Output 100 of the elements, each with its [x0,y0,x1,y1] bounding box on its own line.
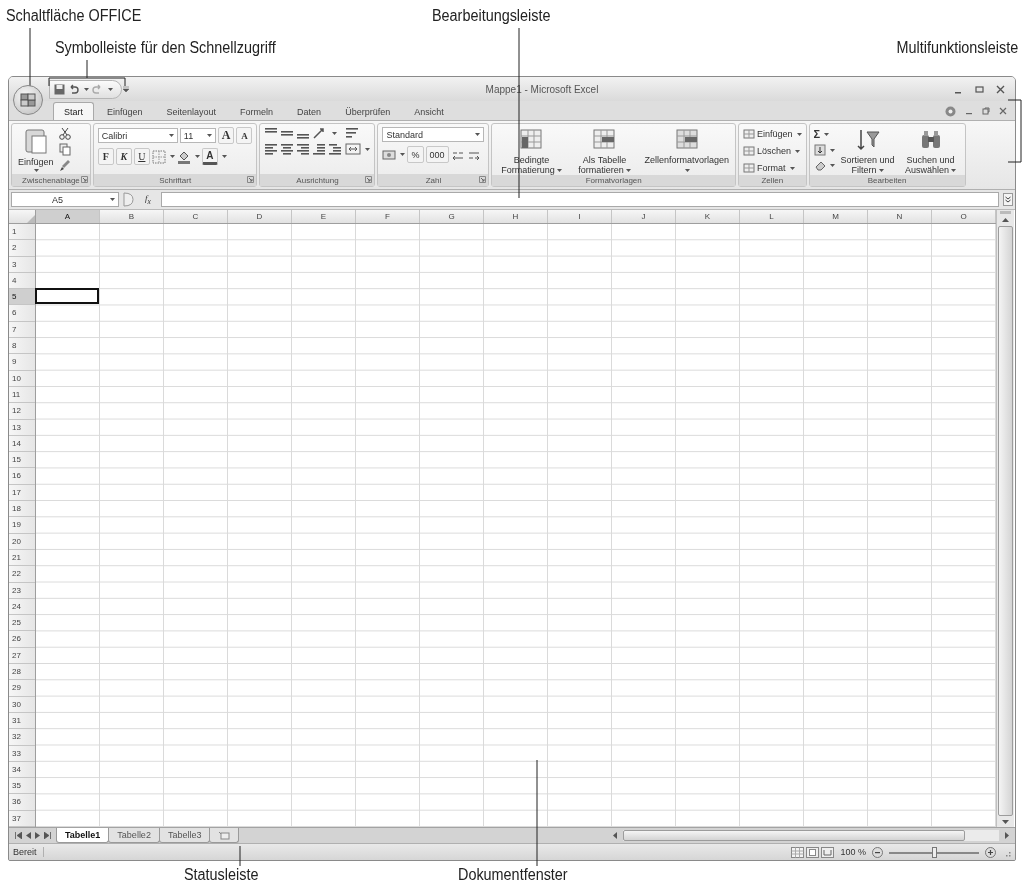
copy-icon[interactable] [58,143,71,156]
scroll-right-icon[interactable] [1002,830,1011,841]
row-header[interactable]: 19 [9,517,35,534]
italic-button[interactable]: K [115,148,132,165]
scroll-thumb[interactable] [623,830,965,841]
row-header[interactable]: 2 [9,240,35,257]
fill-color-icon[interactable] [176,149,191,164]
row-header[interactable]: 26 [9,631,35,648]
dialog-launcher-icon[interactable] [365,176,373,183]
row-header[interactable]: 37 [9,810,35,827]
row-header[interactable]: 34 [9,761,35,779]
row-header[interactable]: 25 [9,615,35,632]
align-left-icon[interactable] [264,143,279,155]
ribbon-tab[interactable]: Seitenlayout [155,102,228,120]
row-header[interactable]: 5 [9,289,35,306]
row-header[interactable]: 17 [9,484,35,502]
currency-icon[interactable] [382,148,397,161]
column-header[interactable]: K [676,210,740,223]
name-box[interactable]: A5 [11,192,119,207]
maximize-icon[interactable] [975,84,984,94]
sum-button[interactable]: Σ [813,127,835,141]
zoom-out-button[interactable] [872,846,883,858]
row-header[interactable]: 6 [9,305,35,322]
undo-icon[interactable] [68,83,79,95]
column-header[interactable]: E [292,210,356,223]
column-header[interactable]: D [228,210,292,223]
scissors-icon[interactable] [58,127,71,140]
row-header[interactable]: 23 [9,582,35,599]
column-header[interactable]: I [548,210,612,223]
next-sheet-icon[interactable] [35,832,40,839]
prev-sheet-icon[interactable] [26,832,31,839]
percent-button[interactable]: % [407,146,424,163]
column-header[interactable]: L [740,210,804,223]
format-table-button[interactable]: Als Tabelle formatieren [569,127,640,175]
row-header[interactable]: 13 [9,419,35,436]
row-header[interactable]: 9 [9,354,35,371]
column-header[interactable]: F [356,210,420,223]
formula-input-field[interactable] [161,192,999,207]
row-header[interactable]: 15 [9,452,35,469]
save-icon[interactable] [54,83,65,95]
paste-button[interactable]: Einfügen [16,127,56,172]
row-header[interactable]: 3 [9,256,35,273]
dialog-launcher-icon[interactable] [479,176,487,183]
find-select-button[interactable]: Suchen und Auswählen [900,127,961,175]
sheet-tab[interactable]: Tabelle3 [158,828,211,843]
row-header[interactable]: 14 [9,435,35,453]
font-size-field[interactable]: 11 [179,128,216,143]
zoom-level[interactable]: 100 % [840,847,866,857]
row-header[interactable]: 16 [9,468,35,485]
row-header[interactable]: 1 [9,224,35,241]
ribbon-tab[interactable]: Daten [286,102,333,120]
row-header[interactable]: 31 [9,712,35,730]
row-header[interactable]: 12 [9,403,35,420]
ribbon-tab[interactable]: Ansicht [403,102,455,120]
row-header[interactable]: 29 [9,680,35,697]
last-sheet-icon[interactable] [44,832,51,839]
wrap-text-icon[interactable] [345,127,360,139]
brush-icon[interactable] [58,159,71,172]
column-header[interactable]: C [164,210,228,223]
font-color-button[interactable]: A [201,148,218,165]
font-field[interactable]: Calibri [97,128,178,143]
page-break-icon[interactable] [821,846,835,858]
cell-grid[interactable] [36,224,996,827]
decrease-indent-icon[interactable] [312,143,327,155]
merge-cells-icon[interactable] [345,143,362,155]
row-header[interactable]: 10 [9,370,35,387]
row-header[interactable]: 36 [9,794,35,811]
row-header[interactable]: 28 [9,664,35,681]
align-right-icon[interactable] [296,143,311,155]
row-header[interactable]: 7 [9,321,35,339]
row-header[interactable]: 11 [9,386,35,404]
insert-function-button[interactable]: f$_{x}$ [139,193,157,206]
underline-button[interactable]: U [133,148,150,165]
column-header[interactable]: M [804,210,868,223]
row-header[interactable]: 35 [9,778,35,795]
first-sheet-icon[interactable] [15,832,22,839]
column-header[interactable]: G [420,210,484,223]
row-header[interactable]: 27 [9,647,35,664]
row-header[interactable]: 8 [9,338,35,355]
row-header[interactable]: 33 [9,745,35,762]
insert-cells-button[interactable]: Einfügen [743,127,802,141]
row-header[interactable]: 21 [9,549,35,567]
customize-caret-icon[interactable] [122,85,130,93]
restore-icon[interactable] [982,107,990,115]
ribbon-tab[interactable]: Überprüfen [334,102,402,120]
ribbon-tab[interactable]: Start [53,102,94,120]
scroll-thumb[interactable] [998,226,1013,816]
close-icon[interactable] [999,107,1007,115]
shrink-font-button[interactable]: A [236,127,253,144]
row-header[interactable]: 24 [9,598,35,616]
row-header[interactable]: 20 [9,533,35,550]
cell-styles-button[interactable]: Zellenformatvorlagen [642,127,732,175]
dialog-launcher-icon[interactable] [247,176,255,183]
close-icon[interactable] [996,84,1005,94]
increase-indent-icon[interactable] [328,143,343,155]
row-header[interactable]: 22 [9,566,35,583]
format-cells-button[interactable]: Format [743,161,802,175]
fill-down-icon[interactable] [813,144,826,156]
column-header[interactable]: J [612,210,676,223]
sort-filter-button[interactable]: Sortieren und Filtern [837,127,898,175]
